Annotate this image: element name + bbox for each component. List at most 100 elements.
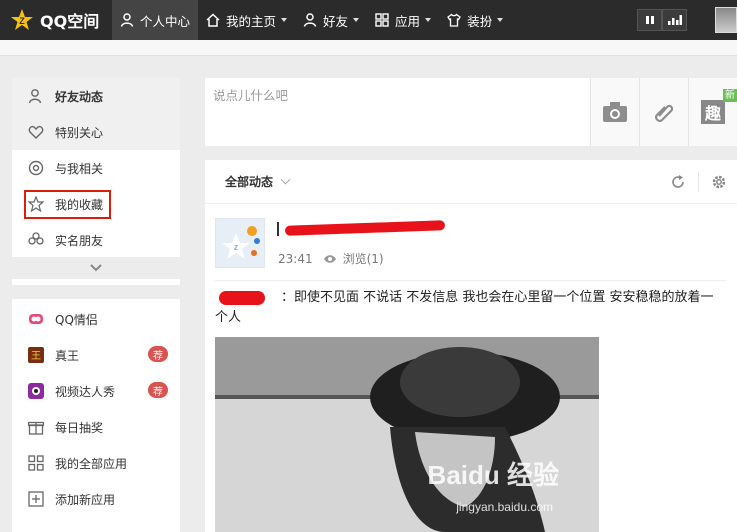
sidebar-app-qq-couple[interactable]: QQ情侣 bbox=[12, 301, 180, 337]
status-input[interactable]: 说点儿什么吧 bbox=[213, 85, 288, 104]
mention-redacted bbox=[215, 290, 281, 305]
sidebar-app-all-apps[interactable]: 我的全部应用 bbox=[12, 445, 180, 481]
camera-icon bbox=[603, 102, 627, 122]
fun-icon: 趣 bbox=[701, 100, 725, 124]
upload-photo-button[interactable] bbox=[590, 78, 639, 146]
person-icon bbox=[120, 13, 134, 27]
svg-text:z: z bbox=[234, 242, 239, 252]
sidebar-app-zhenwang[interactable]: 王 真王 荐 bbox=[12, 337, 180, 373]
default-avatar-icon: z bbox=[222, 226, 260, 259]
sidebar-item-friends-feed[interactable]: 好友动态 bbox=[12, 78, 180, 114]
nav-my-homepage[interactable]: 我的主页 bbox=[198, 0, 295, 40]
feed-filter-dropdown[interactable]: 全部动态 bbox=[225, 173, 273, 190]
qzone-star-icon: Z bbox=[11, 9, 33, 30]
sidebar-item-label: 视频达人秀 bbox=[55, 384, 116, 399]
nav-label: 个人中心 bbox=[140, 13, 191, 29]
grid-icon bbox=[28, 455, 44, 471]
sidebar-app-video-show[interactable]: 视频达人秀 荐 bbox=[12, 373, 180, 409]
baidu-watermark: Baidu 经验 bbox=[427, 460, 559, 490]
feed-header: 全部动态 bbox=[205, 160, 737, 204]
redaction-mark bbox=[219, 290, 265, 305]
sidebar-item-label: 每日抽奖 bbox=[55, 420, 104, 435]
new-tag: 新 bbox=[723, 89, 737, 102]
nav-friends[interactable]: 好友 bbox=[295, 0, 367, 40]
nav-decorate[interactable]: 装扮 bbox=[439, 0, 511, 40]
divider bbox=[698, 172, 699, 192]
user-avatar[interactable] bbox=[715, 7, 737, 33]
sidebar-item-mentions[interactable]: 与我相关 bbox=[12, 150, 180, 186]
subheader-strip bbox=[0, 40, 737, 56]
topbar-right bbox=[637, 0, 737, 40]
recommend-badge: 荐 bbox=[148, 382, 168, 398]
sidebar-item-label: 我的全部应用 bbox=[55, 456, 128, 471]
poster-avatar[interactable]: z bbox=[215, 218, 265, 268]
couple-icon bbox=[29, 314, 43, 324]
nav-label: 好友 bbox=[323, 13, 349, 29]
nav-apps[interactable]: 应用 bbox=[367, 0, 439, 40]
sidebar-item-label: 特别关心 bbox=[55, 125, 104, 140]
game-zhenwang-icon: 王 bbox=[28, 347, 44, 363]
sidebar-item-label: 真王 bbox=[55, 348, 80, 363]
friends-icon bbox=[303, 13, 317, 27]
pause-icon bbox=[645, 16, 654, 24]
plus-box-icon bbox=[28, 491, 44, 507]
sidebar-item-label: 好友动态 bbox=[55, 89, 104, 104]
divider bbox=[215, 280, 727, 281]
apps-icon bbox=[375, 13, 389, 27]
brand-name: QQ空间 bbox=[40, 12, 100, 31]
view-toggle bbox=[637, 9, 687, 31]
poster-name-redacted[interactable] bbox=[277, 219, 447, 237]
sidebar-item-label: QQ情侣 bbox=[55, 312, 98, 327]
paperclip-icon bbox=[655, 104, 674, 122]
post-text: ：即使不见面 不说话 不发信息 我也会在心里留一个位置 安安稳稳的放着一个人 bbox=[215, 290, 714, 325]
chevron-down-icon[interactable] bbox=[280, 174, 291, 185]
post-photo[interactable]: Baidu 经验 jingyan.baidu.com bbox=[215, 337, 599, 532]
star-outline-icon bbox=[28, 196, 44, 212]
nav-label: 我的主页 bbox=[226, 13, 277, 29]
heart-icon bbox=[28, 125, 44, 139]
chevron-down-icon bbox=[90, 264, 102, 272]
fun-button[interactable]: 趣 新 bbox=[688, 78, 737, 146]
video-show-icon bbox=[28, 383, 44, 399]
apps-sidebar: QQ情侣 王 真王 荐 视频达人秀 荐 每日抽奖 我的全部应用 添加新应用 bbox=[12, 299, 180, 532]
gift-icon bbox=[28, 421, 44, 435]
sidebar-item-real-name-friends[interactable]: 实名朋友 bbox=[12, 222, 180, 258]
attach-button[interactable] bbox=[639, 78, 688, 146]
qzone-logo[interactable]: Z QQ空间 bbox=[0, 0, 112, 40]
sidebar-app-daily-lottery[interactable]: 每日抽奖 bbox=[12, 409, 180, 445]
feed-panel: 全部动态 z 23:41 浏览(1) ：即使不见面 不说话 不发信息 我也会在心… bbox=[205, 160, 737, 532]
chevron-down-icon bbox=[281, 18, 288, 22]
sidebar-expand-button[interactable] bbox=[12, 257, 180, 279]
post-time: 23:41 bbox=[278, 251, 313, 266]
flower-icon bbox=[28, 232, 44, 245]
shirt-icon bbox=[447, 13, 461, 27]
eye-icon bbox=[323, 254, 336, 263]
sidebar-item-label: 与我相关 bbox=[55, 161, 104, 176]
sidebar-item-my-favorites[interactable]: 我的收藏 bbox=[12, 186, 180, 222]
baidu-watermark-url: jingyan.baidu.com bbox=[456, 500, 553, 514]
pause-view-button[interactable] bbox=[637, 9, 662, 31]
feed-filter-sidebar: 好友动态 特别关心 与我相关 我的收藏 实名朋友 bbox=[12, 78, 180, 285]
person-outline-icon bbox=[28, 89, 42, 104]
sidebar-app-add-new[interactable]: 添加新应用 bbox=[12, 481, 180, 517]
home-icon bbox=[206, 13, 220, 27]
sidebar-item-special-care[interactable]: 特别关心 bbox=[12, 114, 180, 150]
gear-icon[interactable] bbox=[711, 174, 727, 190]
nav-personal-center[interactable]: 个人中心 bbox=[112, 0, 199, 40]
post-content: ：即使不见面 不说话 不发信息 我也会在心里留一个位置 安安稳稳的放着一个人 bbox=[215, 288, 725, 328]
stats-view-button[interactable] bbox=[662, 9, 687, 31]
sidebar-item-label: 实名朋友 bbox=[55, 233, 104, 248]
status-composer: 说点儿什么吧 趣 新 bbox=[205, 78, 737, 146]
svg-text:王: 王 bbox=[31, 351, 41, 362]
nav-label: 应用 bbox=[395, 13, 421, 29]
redaction-mark bbox=[284, 220, 446, 236]
sidebar-item-label: 我的收藏 bbox=[55, 197, 104, 212]
chevron-down-icon bbox=[425, 18, 432, 22]
view-count[interactable]: 浏览(1) bbox=[343, 250, 384, 267]
at-icon bbox=[28, 160, 44, 176]
bar-stats-icon bbox=[667, 15, 682, 25]
refresh-icon[interactable] bbox=[670, 174, 686, 190]
chevron-down-icon bbox=[353, 18, 360, 22]
sidebar-item-label: 添加新应用 bbox=[55, 492, 116, 507]
chevron-down-icon bbox=[497, 18, 504, 22]
